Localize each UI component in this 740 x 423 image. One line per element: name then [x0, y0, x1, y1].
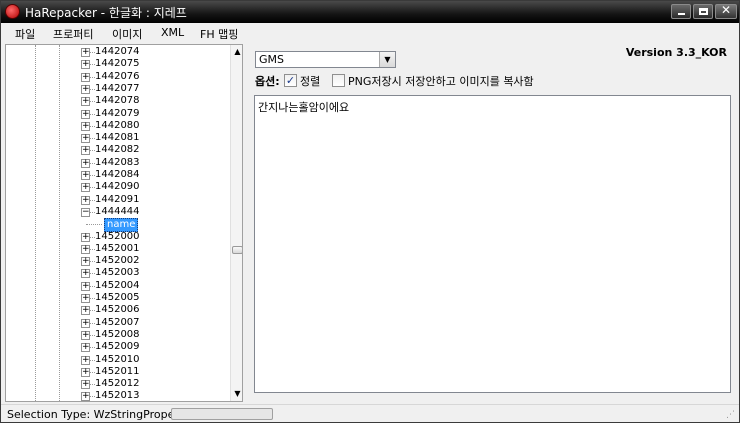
tree-node-label[interactable]: 1452006 [95, 304, 140, 316]
harepacker-app-icon[interactable] [5, 4, 20, 19]
menu-file[interactable]: 파일 [15, 26, 35, 42]
expand-icon[interactable]: + [81, 257, 90, 267]
expand-icon[interactable]: + [81, 294, 90, 303]
menu-properties[interactable]: 프로퍼티 [53, 26, 93, 42]
expand-icon[interactable]: + [81, 355, 90, 365]
expand-icon[interactable]: + [81, 84, 90, 94]
chevron-down-icon[interactable]: ▼ [379, 52, 395, 67]
expand-icon[interactable]: + [81, 281, 90, 291]
expand-icon[interactable]: + [81, 330, 90, 340]
tree-node-label[interactable]: 1442078 [95, 95, 140, 107]
expand-icon[interactable]: + [81, 72, 90, 82]
expand-icon[interactable]: + [81, 392, 90, 401]
expand-icon[interactable]: + [81, 121, 90, 131]
expand-icon[interactable]: + [81, 171, 90, 180]
title-bar[interactable]: HaRepacker - 한글화 : 지레프 ✕ [1, 1, 739, 23]
png-copy-checkbox[interactable] [332, 74, 345, 87]
sort-checkbox[interactable]: ✓ [284, 74, 297, 87]
tree-node-label[interactable]: 1442091 [95, 194, 140, 206]
tree-node-label[interactable]: 1452003 [95, 267, 140, 279]
value-text: 간지나는홀암이에요 [258, 101, 350, 114]
tree-guide-line [35, 45, 36, 401]
tree-node-label[interactable]: 1444444 [95, 206, 140, 218]
version-label: Version 3.3_KOR [625, 46, 727, 59]
collapse-icon[interactable]: − [81, 207, 90, 217]
tree-node-label[interactable]: 1452004 [95, 280, 140, 292]
tree-node-label[interactable]: 1452010 [95, 354, 140, 366]
version-dropdown[interactable]: GMS ▼ [255, 51, 396, 68]
tree-node-label[interactable]: 1452005 [95, 292, 140, 304]
tree-node-label[interactable]: 1442081 [95, 132, 140, 144]
window-title: HaRepacker - 한글화 : 지레프 [25, 6, 187, 20]
tree-node-label[interactable]: 1442084 [95, 169, 140, 181]
expand-icon[interactable]: + [81, 232, 90, 242]
expand-icon[interactable]: + [81, 146, 90, 156]
progress-bar [171, 408, 273, 420]
tree-node-label[interactable]: 1452008 [95, 329, 140, 341]
tree-node-label[interactable]: 1452001 [95, 243, 140, 255]
scroll-down-arrow-icon[interactable]: ▼ [231, 387, 242, 401]
version-dropdown-value: GMS [259, 53, 284, 66]
png-copy-checkbox-label[interactable]: PNG저장시 저장안하고 이미지를 복사함 [348, 73, 534, 89]
selection-type-status: Selection Type: WzStringProperty [7, 408, 190, 421]
expand-icon[interactable]: + [81, 244, 90, 254]
tree-connector-line [86, 224, 102, 226]
app-window: HaRepacker - 한글화 : 지레프 ✕ 파일 프로퍼티 이미지 XML… [0, 0, 740, 423]
expand-icon[interactable]: + [81, 195, 90, 205]
tree-node-label[interactable]: 1452013 [95, 390, 140, 401]
scroll-up-arrow-icon[interactable]: ▲ [231, 45, 242, 59]
close-button[interactable]: ✕ [715, 3, 737, 19]
tree-node-label[interactable]: 1452012 [95, 378, 140, 390]
menu-image[interactable]: 이미지 [112, 26, 142, 42]
minimize-button[interactable] [671, 4, 691, 19]
maximize-button[interactable] [693, 4, 713, 19]
wz-tree-view[interactable]: +1442074 +1442075 +1442076 +1442077 +1442078… [5, 44, 243, 402]
tree-node-label[interactable]: 1452002 [95, 255, 140, 267]
status-bar: Selection Type: WzStringProperty ⋰ [1, 404, 739, 422]
tree-node-label[interactable]: 1452009 [95, 341, 140, 353]
scrollbar-thumb[interactable] [232, 246, 242, 254]
expand-icon[interactable]: + [81, 97, 90, 107]
menu-fh-mapping[interactable]: FH 맵핑 [200, 26, 238, 42]
tree-node-label[interactable]: 1442074 [95, 46, 140, 58]
tree-guide-line [59, 45, 60, 401]
options-label: 옵션: [255, 75, 280, 88]
resize-grip-icon[interactable]: ⋰ [726, 410, 736, 420]
tree-node-label[interactable]: 1442077 [95, 83, 140, 95]
sort-checkbox-label[interactable]: 정렬 [300, 73, 320, 89]
close-icon: ✕ [720, 3, 732, 17]
menu-bar: 파일 프로퍼티 이미지 XML FH 맵핑 [1, 23, 739, 43]
tree-scrollbar[interactable]: ▲ ▼ [230, 45, 242, 401]
maximize-icon [699, 8, 708, 15]
property-editor-panel: GMS ▼ Version 3.3_KOR 옵션: ✓ 정렬 PNG저장시 저장… [247, 44, 737, 404]
expand-icon[interactable]: + [81, 269, 90, 279]
tree-node-label[interactable]: 1452000 [95, 231, 140, 243]
menu-xml[interactable]: XML [161, 26, 184, 39]
expand-icon[interactable]: + [81, 158, 90, 168]
expand-icon[interactable]: + [81, 134, 90, 144]
tree-node-label[interactable]: 1442079 [95, 108, 140, 120]
tree-node-label[interactable]: 1452007 [95, 317, 140, 329]
expand-icon[interactable]: + [81, 183, 90, 193]
tree-node-label[interactable]: 1452011 [95, 366, 140, 378]
minimize-icon [678, 13, 685, 15]
expand-icon[interactable]: + [81, 367, 90, 377]
expand-icon[interactable]: + [81, 109, 90, 119]
expand-icon[interactable]: + [81, 48, 90, 57]
value-textarea[interactable]: 간지나는홀암이에요 [254, 95, 731, 393]
expand-icon[interactable]: + [81, 306, 90, 316]
expand-icon[interactable]: + [81, 318, 90, 328]
tree-node-label[interactable]: 1442083 [95, 157, 140, 169]
expand-icon[interactable]: + [81, 60, 90, 70]
tree-node-label[interactable]: 1442080 [95, 120, 140, 132]
expand-icon[interactable]: + [81, 380, 90, 390]
tree-node-label[interactable]: 1442090 [95, 181, 140, 193]
tree-node-label[interactable]: 1442082 [95, 144, 140, 156]
tree-node-label[interactable]: 1442075 [95, 58, 140, 70]
tree-node-label[interactable]: 1442076 [95, 71, 140, 83]
expand-icon[interactable]: + [81, 343, 90, 353]
